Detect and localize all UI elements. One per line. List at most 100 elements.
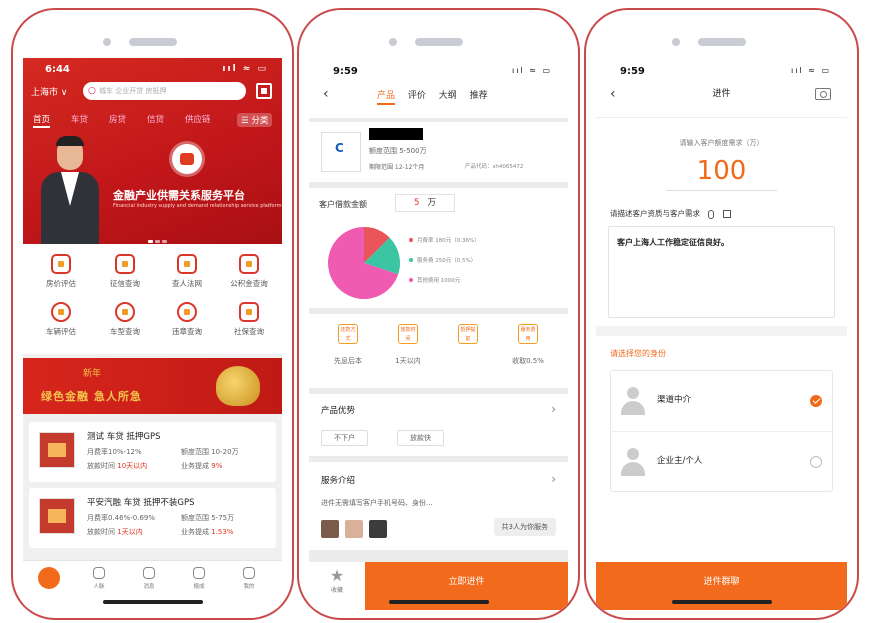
product-code: 产品代码：sh4065472: [465, 164, 524, 170]
product-commission: 业务提成 9%: [181, 462, 223, 470]
terms-section: 还款方式 先息后本 放款时间 1天以内 抵押提前 服务费用 收取0.5%: [309, 314, 568, 388]
term-tag: 放款时间: [398, 324, 418, 344]
term-tag: 服务费用: [518, 324, 538, 344]
edit-icon[interactable]: [722, 210, 731, 218]
description-textarea[interactable]: 客户上海人工作稳定征信良好。: [608, 226, 835, 318]
service-description: 进件无需填写客户手机号码、身份...: [321, 499, 433, 507]
promo-banner[interactable]: 新年 绿色金融 急人所急: [23, 358, 282, 414]
product-rate: 月费率10%-12%: [87, 448, 142, 456]
phone-speaker: [671, 36, 772, 48]
service-section[interactable]: 服务介绍 › 进件无需填写客户手机号码、身份... 共3人为你服务: [309, 462, 568, 550]
role-option-agent[interactable]: 渠道中介: [611, 371, 832, 431]
home-logo-icon: [38, 567, 60, 589]
tab-supply-chain[interactable]: 供应链: [185, 113, 211, 125]
grid-item-housing-fund[interactable]: 公积金查询: [219, 254, 279, 298]
user-icon: [243, 567, 255, 579]
status-bar: 6:44 ııl ≈ ▭: [37, 64, 268, 78]
tab-outline[interactable]: 大纲: [439, 88, 457, 101]
amount-underline: [666, 190, 777, 191]
tab-product[interactable]: 产品: [377, 88, 396, 105]
radio-checked-icon[interactable]: [810, 395, 822, 407]
advantages-title: 产品优势: [321, 406, 356, 416]
amount-prompt: 请输入客户额度需求（万）: [679, 139, 764, 147]
banner-text: 绿色金融 急人所急: [41, 390, 142, 403]
search-placeholder: 城车 企业开贷 房抵押: [99, 87, 167, 95]
car-search-icon: [115, 302, 135, 322]
role-option-individual[interactable]: 企业主/个人: [611, 431, 832, 491]
description-label-row: 请描述客户资质与客户需求: [610, 208, 731, 219]
role-prompt: 请选择您的身份: [610, 349, 666, 358]
home-screen: 6:44 ııl ≈ ▭ 上海市 ∨ ○ 城车 企业开贷 房抵押 首页 车贷 房…: [23, 58, 282, 610]
advantage-tag: 放款快: [397, 430, 444, 446]
back-chevron-icon[interactable]: ‹: [323, 86, 329, 102]
user-avatar-icon: [621, 387, 645, 417]
grid-item-car-model[interactable]: 车型查询: [95, 302, 155, 346]
grid-item-violation[interactable]: 违章查询: [157, 302, 217, 346]
description-label: 请描述客户资质与客户需求: [610, 209, 700, 218]
grid-item-house-valuation[interactable]: 房价评估: [31, 254, 91, 298]
tab-categories[interactable]: ☰ 分类: [237, 113, 273, 127]
category-tabs: 首页 车贷 房贷 信贷 供应链 ☰ 分类: [33, 113, 276, 128]
chevron-right-icon: ›: [551, 402, 556, 416]
camera-icon[interactable]: [815, 88, 831, 100]
term-tag: 抵押提前: [458, 324, 478, 344]
term-tag: 还款方式: [338, 324, 358, 344]
product-card[interactable]: 测试 车贷 抵押GPS 月费率10%-12% 额度范围 10-20万 放款时间 …: [29, 422, 276, 482]
tab-house-loan[interactable]: 房贷: [109, 113, 126, 125]
advantages-section[interactable]: 产品优势 › 不下户 放款快: [309, 394, 568, 456]
tab-recommend[interactable]: 推荐: [470, 88, 488, 101]
product-card[interactable]: 平安汽融 车贷 抵押不装GPS 月费率0.46%-0.69% 额度范围 5-75…: [29, 488, 276, 548]
tabbar-messages[interactable]: 消息: [129, 567, 169, 590]
product-thumbnail: [39, 432, 75, 468]
tab-home[interactable]: 首页: [33, 113, 51, 128]
product-range: 额度范围 5-500万: [369, 147, 427, 155]
avatar: [345, 520, 363, 538]
role-label: 渠道中介: [657, 395, 692, 405]
product-commission: 业务提成 1.53%: [181, 528, 234, 536]
advantage-tag: 不下户: [321, 430, 368, 446]
favorite-button[interactable]: ★ 收藏: [309, 562, 365, 610]
product-header: 额度范围 5-500万 期限范围 12-12个月 产品代码：sh4065472: [309, 122, 568, 182]
home-icon: [239, 254, 259, 274]
product-time: 放款时间 1天以内: [87, 528, 143, 536]
grid-item-social-security[interactable]: 社保查询: [219, 302, 279, 346]
grid-item-vehicle-valuation[interactable]: 车辆评估: [31, 302, 91, 346]
phone-frame-application: 9:59 ııl ≈ ▭ ‹ 进件 请输入客户额度需求（万） 100 请描述客户…: [584, 8, 859, 620]
radio-unchecked-icon[interactable]: [810, 456, 822, 468]
tabbar-home[interactable]: [29, 567, 69, 592]
search-input[interactable]: ○ 城车 企业开贷 房抵押: [83, 82, 246, 100]
service-count-badge[interactable]: 共3人为你服务: [493, 518, 556, 536]
legend-item: 其他费用 1000元: [409, 276, 480, 284]
city-selector[interactable]: 上海市 ∨: [31, 85, 67, 98]
application-screen: 9:59 ııl ≈ ▭ ‹ 进件 请输入客户额度需求（万） 100 请描述客户…: [596, 58, 847, 610]
loan-amount-section: 客户借款金额 5万 月费率 180元（0.36%） 服务费 250元（0.5%）…: [309, 188, 568, 308]
loan-amount-input[interactable]: 5万: [395, 194, 455, 212]
term-service-fee: 服务费用 收取0.5%: [493, 324, 563, 366]
house-icon: [51, 254, 71, 274]
product-title: 测试 车贷 抵押GPS: [87, 432, 161, 442]
microphone-icon[interactable]: [708, 209, 715, 219]
tab-reviews[interactable]: 评价: [408, 88, 426, 101]
avatar: [321, 520, 339, 538]
qr-scan-icon[interactable]: [256, 83, 272, 99]
hero-subtitle: Financial industry supply and demand rel…: [113, 203, 282, 209]
tabbar-reports[interactable]: 报成: [179, 567, 219, 590]
coin-icon: [51, 302, 71, 322]
tools-grid: 房价评估 征信查询 查人法网 公积金查询 车辆评估 车型查询 违章查询 社保查询: [23, 244, 282, 354]
product-tabs: 产品 评价 大纲 推荐: [377, 88, 498, 105]
grid-item-credit-query[interactable]: 征信查询: [95, 254, 155, 298]
tab-credit-loan[interactable]: 信贷: [147, 113, 164, 125]
product-range: 额度范围 5-75万: [181, 514, 235, 522]
shield-icon: [115, 254, 135, 274]
tabbar-mine[interactable]: 我的: [229, 567, 269, 590]
amount-input[interactable]: 100: [596, 156, 847, 186]
application-nav: 9:59 ııl ≈ ▭ ‹ 进件: [596, 58, 847, 118]
phone-speaker: [102, 36, 203, 48]
grid-item-court-query[interactable]: 查人法网: [157, 254, 217, 298]
tabbar-contacts[interactable]: 人脉: [79, 567, 119, 590]
role-list: 渠道中介 企业主/个人: [610, 370, 833, 492]
tab-car-loan[interactable]: 车贷: [71, 113, 88, 125]
home-indicator: [102, 600, 203, 604]
legend-item: 服务费 250元（0.5%）: [409, 256, 480, 264]
social-security-icon: [239, 302, 259, 322]
